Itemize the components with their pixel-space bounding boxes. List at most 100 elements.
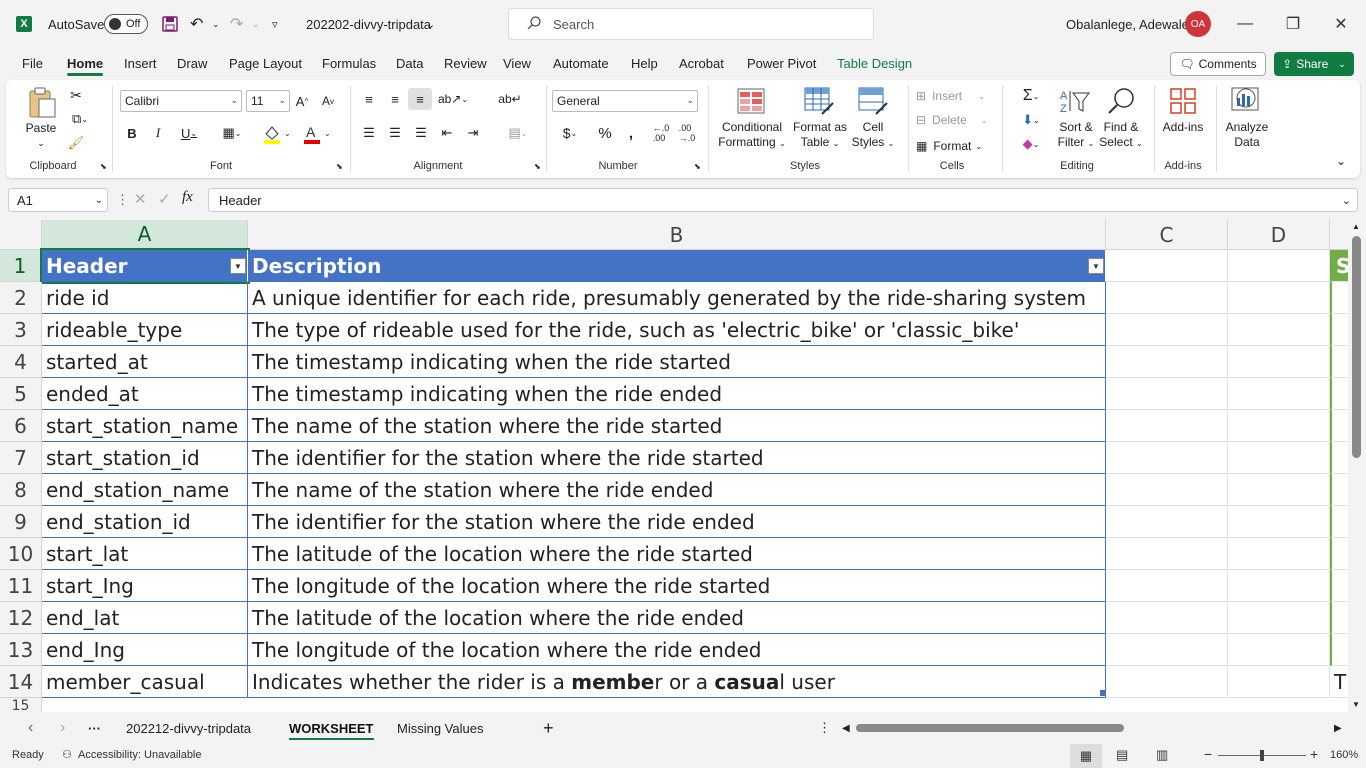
edge-cell[interactable] [1330, 634, 1348, 666]
empty-cell[interactable] [1228, 506, 1330, 538]
next-sheet-icon[interactable]: › [60, 712, 65, 744]
table-cell-description[interactable]: The latitude of the location where the r… [248, 538, 1106, 570]
row-header-14[interactable]: 14 [0, 666, 42, 698]
zoom-out-icon[interactable]: − [1204, 746, 1212, 762]
edge-cell[interactable]: T [1330, 666, 1348, 698]
cell-styles-label[interactable]: Cell Styles ⌄ [848, 120, 898, 151]
scroll-right-icon[interactable]: ▶ [1334, 712, 1342, 744]
scroll-down-icon[interactable]: ▼ [1352, 700, 1360, 709]
close-icon[interactable]: ✕ [1318, 0, 1364, 48]
tab-page-layout[interactable]: Page Layout [229, 48, 302, 78]
number-format-select[interactable]: General ⌄ [552, 90, 698, 112]
empty-cell[interactable] [1106, 666, 1228, 698]
borders-icon[interactable]: ▦ ⌄ [218, 124, 246, 142]
empty-cell[interactable] [1106, 282, 1228, 314]
empty-cell[interactable] [1228, 346, 1330, 378]
table-cell-description[interactable]: The name of the station where the ride s… [248, 410, 1106, 442]
tab-help[interactable]: Help [631, 48, 658, 78]
empty-cell[interactable] [1228, 602, 1330, 634]
autosave-toggle[interactable]: Off [104, 0, 148, 48]
more-options-icon[interactable]: ⋮ [116, 192, 129, 208]
empty-cell[interactable] [1106, 538, 1228, 570]
empty-cell[interactable] [1106, 346, 1228, 378]
empty-cell[interactable] [1228, 314, 1330, 346]
restore-icon[interactable]: ❐ [1270, 0, 1316, 48]
zoom-in-icon[interactable]: + [1310, 746, 1318, 762]
filename-dropdown-icon[interactable]: ⌄ [426, 0, 435, 48]
scroll-up-icon[interactable]: ▲ [1352, 222, 1360, 231]
empty-cell[interactable] [1106, 506, 1228, 538]
page-break-view-icon[interactable]: ▥ [1156, 747, 1168, 763]
italic-icon[interactable]: I [150, 124, 166, 142]
search-box[interactable]: Search [508, 8, 874, 40]
row-header-13[interactable]: 13 [0, 634, 42, 666]
empty-cell[interactable] [1228, 378, 1330, 410]
row-header-2[interactable]: 2 [0, 282, 42, 314]
analyze-data-label[interactable]: Analyze Data [1222, 120, 1272, 150]
increase-decimal-icon[interactable]: ←.0.00 [650, 123, 672, 143]
alignment-launcher-icon[interactable]: ⬊ [534, 162, 541, 171]
percent-icon[interactable]: % [596, 124, 614, 142]
empty-cell[interactable] [1106, 250, 1228, 282]
column-header-d[interactable]: D [1228, 220, 1330, 250]
autosum-icon[interactable]: Σ ⌄ [1014, 86, 1048, 106]
edge-cell[interactable] [1330, 538, 1348, 570]
edge-cell[interactable] [1330, 346, 1348, 378]
wrap-text-icon[interactable]: ab↵ [498, 90, 521, 108]
add-ins-label[interactable]: Add-ins [1158, 120, 1208, 135]
sort-filter-label[interactable]: Sort & Filter ⌄ [1054, 120, 1098, 151]
tab-acrobat[interactable]: Acrobat [679, 48, 724, 78]
insert-function-icon[interactable]: fx [182, 189, 193, 206]
edge-cell[interactable] [1330, 570, 1348, 602]
prev-sheet-icon[interactable]: ‹ [28, 712, 33, 744]
table-cell-description[interactable]: The timestamp indicating when the ride s… [248, 346, 1106, 378]
column-header-b[interactable]: B [248, 220, 1106, 250]
orientation-icon[interactable]: ab↗ ⌄ [438, 90, 468, 108]
accessibility-icon[interactable]: ⚇ [62, 748, 72, 761]
page-layout-view-icon[interactable]: ▤ [1116, 747, 1128, 763]
empty-cell[interactable] [1228, 666, 1330, 698]
table-cell-description[interactable]: The identifier for the station where the… [248, 506, 1106, 538]
row-header-10[interactable]: 10 [0, 538, 42, 570]
row-header-1[interactable]: 1 [0, 250, 42, 282]
comma-style-icon[interactable]: , [622, 124, 640, 142]
customize-qat-icon[interactable]: ▿ [272, 0, 278, 48]
vertical-scrollbar[interactable]: ▲ ▼ [1348, 220, 1366, 712]
formula-input[interactable]: Header ⌄ [208, 188, 1358, 212]
zoom-level[interactable]: 160% [1330, 749, 1358, 761]
tab-review[interactable]: Review [444, 48, 487, 78]
redo-icon[interactable]: ↷ [230, 0, 243, 48]
decrease-font-icon[interactable]: Av [320, 92, 336, 110]
increase-font-icon[interactable]: A ^ [294, 92, 310, 110]
find-select-label[interactable]: Find & Select ⌄ [1098, 120, 1144, 151]
more-sheets-icon[interactable]: ··· [88, 712, 101, 744]
minimize-icon[interactable]: — [1222, 0, 1268, 48]
tab-power-pivot[interactable]: Power Pivot [747, 48, 816, 78]
undo-icon[interactable]: ↶ [190, 0, 203, 48]
font-size-select[interactable]: 11 ⌄ [246, 90, 290, 112]
row-header-12[interactable]: 12 [0, 602, 42, 634]
font-family-select[interactable]: Calibri ⌄ [120, 90, 242, 112]
row-header-8[interactable]: 8 [0, 474, 42, 506]
column-header-c[interactable]: C [1106, 220, 1228, 250]
empty-cell[interactable] [1106, 410, 1228, 442]
tab-insert[interactable]: Insert [124, 48, 157, 78]
table-cell-field[interactable]: started_at [42, 346, 248, 378]
filename[interactable]: 202202-divvy-tripdata [306, 0, 431, 48]
empty-cell[interactable] [1228, 250, 1330, 282]
tab-automate[interactable]: Automate [553, 48, 609, 78]
edge-cell[interactable] [1330, 378, 1348, 410]
table-cell-field[interactable]: member_casual [42, 666, 248, 698]
conditional-formatting-label[interactable]: Conditional Formatting ⌄ [714, 120, 790, 151]
accounting-format-icon[interactable]: $ ⌄ [558, 124, 582, 142]
table-resize-handle[interactable] [1100, 690, 1106, 696]
tab-view[interactable]: View [503, 48, 531, 78]
sort-filter-icon[interactable]: AZ [1058, 86, 1092, 116]
edge-cell[interactable] [1330, 474, 1348, 506]
empty-cell[interactable] [1106, 602, 1228, 634]
horizontal-scroll-thumb[interactable] [856, 724, 1124, 732]
align-left-icon[interactable]: ☰ [360, 124, 378, 142]
table-cell-field[interactable]: start_Ing [42, 570, 248, 602]
format-as-table-icon[interactable] [804, 86, 834, 116]
align-bottom-icon[interactable]: ≡ [408, 88, 432, 110]
